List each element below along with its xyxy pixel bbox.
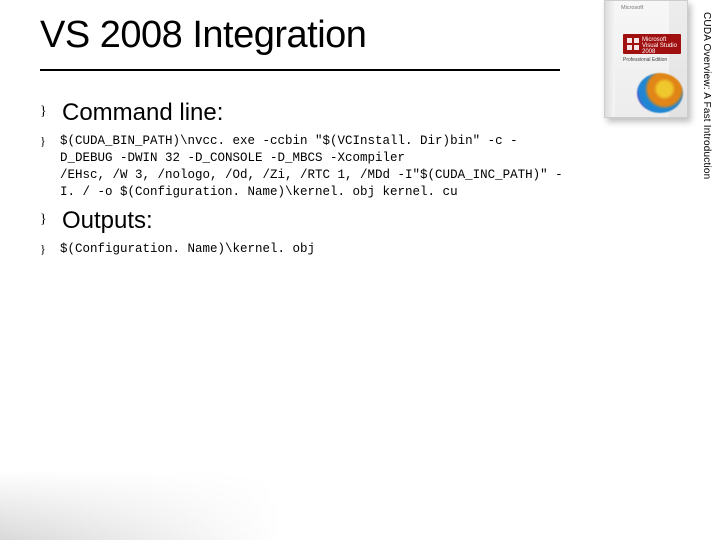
side-label: CUDA Overview: A Fast Introduction xyxy=(701,12,712,179)
edition-label: Professional Edition xyxy=(623,57,667,63)
product-box-art: Microsoft Microsoft Visual Studio 2008 P… xyxy=(604,0,688,118)
swirl-graphic xyxy=(637,73,683,113)
bullet-label: Command line: xyxy=(62,99,223,127)
brand-text: Microsoft Visual Studio 2008 xyxy=(642,37,681,55)
brand-main: Visual Studio 2008 xyxy=(642,43,677,55)
bullet-glyph-icon: } xyxy=(40,133,60,147)
brand-band: Microsoft Visual Studio 2008 xyxy=(623,34,681,54)
box-spine xyxy=(605,1,615,117)
code-text: $(CUDA_BIN_PATH)\nvcc. exe -ccbin "$(VCI… xyxy=(60,133,563,201)
bullet-glyph-icon: } xyxy=(40,241,60,255)
bullet-command-line: } Command line: xyxy=(40,99,610,127)
bullet-glyph-icon: } xyxy=(40,99,62,119)
bullet-label: Outputs: xyxy=(62,207,153,235)
vendor-label: Microsoft xyxy=(621,5,643,11)
slide: VS 2008 Integration CUDA Overview: A Fas… xyxy=(0,0,720,540)
bullet-command-code: } $(CUDA_BIN_PATH)\nvcc. exe -ccbin "$(V… xyxy=(40,133,610,201)
bullet-glyph-icon: } xyxy=(40,207,62,227)
bottom-fade-decoration xyxy=(0,470,280,540)
bullet-output-code: } $(Configuration. Name)\kernel. obj xyxy=(40,241,610,258)
code-text: $(Configuration. Name)\kernel. obj xyxy=(60,241,315,258)
bullet-outputs: } Outputs: xyxy=(40,207,610,235)
